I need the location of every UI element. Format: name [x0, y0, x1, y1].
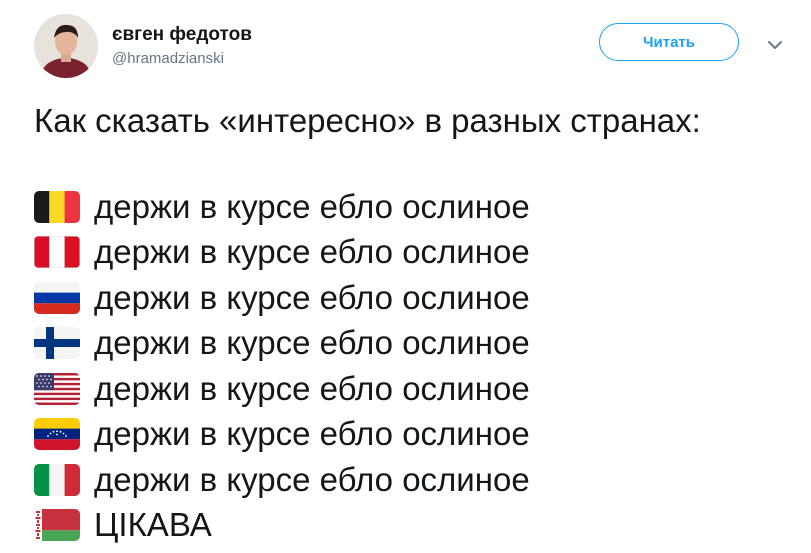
finland-flag-icon	[34, 327, 80, 360]
tweet-lines: держи в курсе ебло ослиное держи в курсе…	[34, 184, 530, 548]
line-text: держи в курсе ебло ослиное	[94, 324, 530, 362]
avatar[interactable]	[34, 14, 98, 78]
line-text: держи в курсе ебло ослиное	[94, 369, 530, 407]
list-item: держи в курсе ебло ослиное	[34, 457, 530, 503]
belarus-flag-icon	[34, 509, 80, 542]
tweet-header: євген федотов @hramadzianski Читать	[34, 14, 794, 80]
list-item: держи в курсе ебло ослиное	[34, 366, 530, 412]
line-text: держи в курсе ебло ослиное	[94, 187, 530, 225]
list-item: ЦІКАВА	[34, 503, 530, 549]
list-item: держи в курсе ебло ослиное	[34, 321, 530, 367]
line-text: держи в курсе ебло ослиное	[94, 233, 530, 271]
list-item: держи в курсе ебло ослиное	[34, 412, 530, 458]
list-item: держи в курсе ебло ослиное	[34, 275, 530, 321]
usa-flag-icon	[34, 372, 80, 405]
author-handle[interactable]: @hramadzianski	[112, 50, 224, 67]
italy-flag-icon	[34, 463, 80, 496]
tweet-intro: Как сказать «интересно» в разных странах…	[34, 102, 701, 139]
author-name[interactable]: євген федотов	[112, 24, 252, 46]
chevron-down-icon[interactable]	[764, 34, 786, 56]
line-text: держи в курсе ебло ослиное	[94, 278, 530, 316]
list-item: держи в курсе ебло ослиное	[34, 230, 530, 276]
russia-flag-icon	[34, 281, 80, 314]
follow-button[interactable]: Читать	[599, 23, 739, 61]
peru-flag-icon	[34, 236, 80, 269]
line-text: держи в курсе ебло ослиное	[94, 415, 530, 453]
venezuela-flag-icon	[34, 418, 80, 451]
line-text: держи в курсе ебло ослиное	[94, 460, 530, 498]
line-text: ЦІКАВА	[94, 506, 212, 544]
list-item: держи в курсе ебло ослиное	[34, 184, 530, 230]
belgium-flag-icon	[34, 190, 80, 223]
